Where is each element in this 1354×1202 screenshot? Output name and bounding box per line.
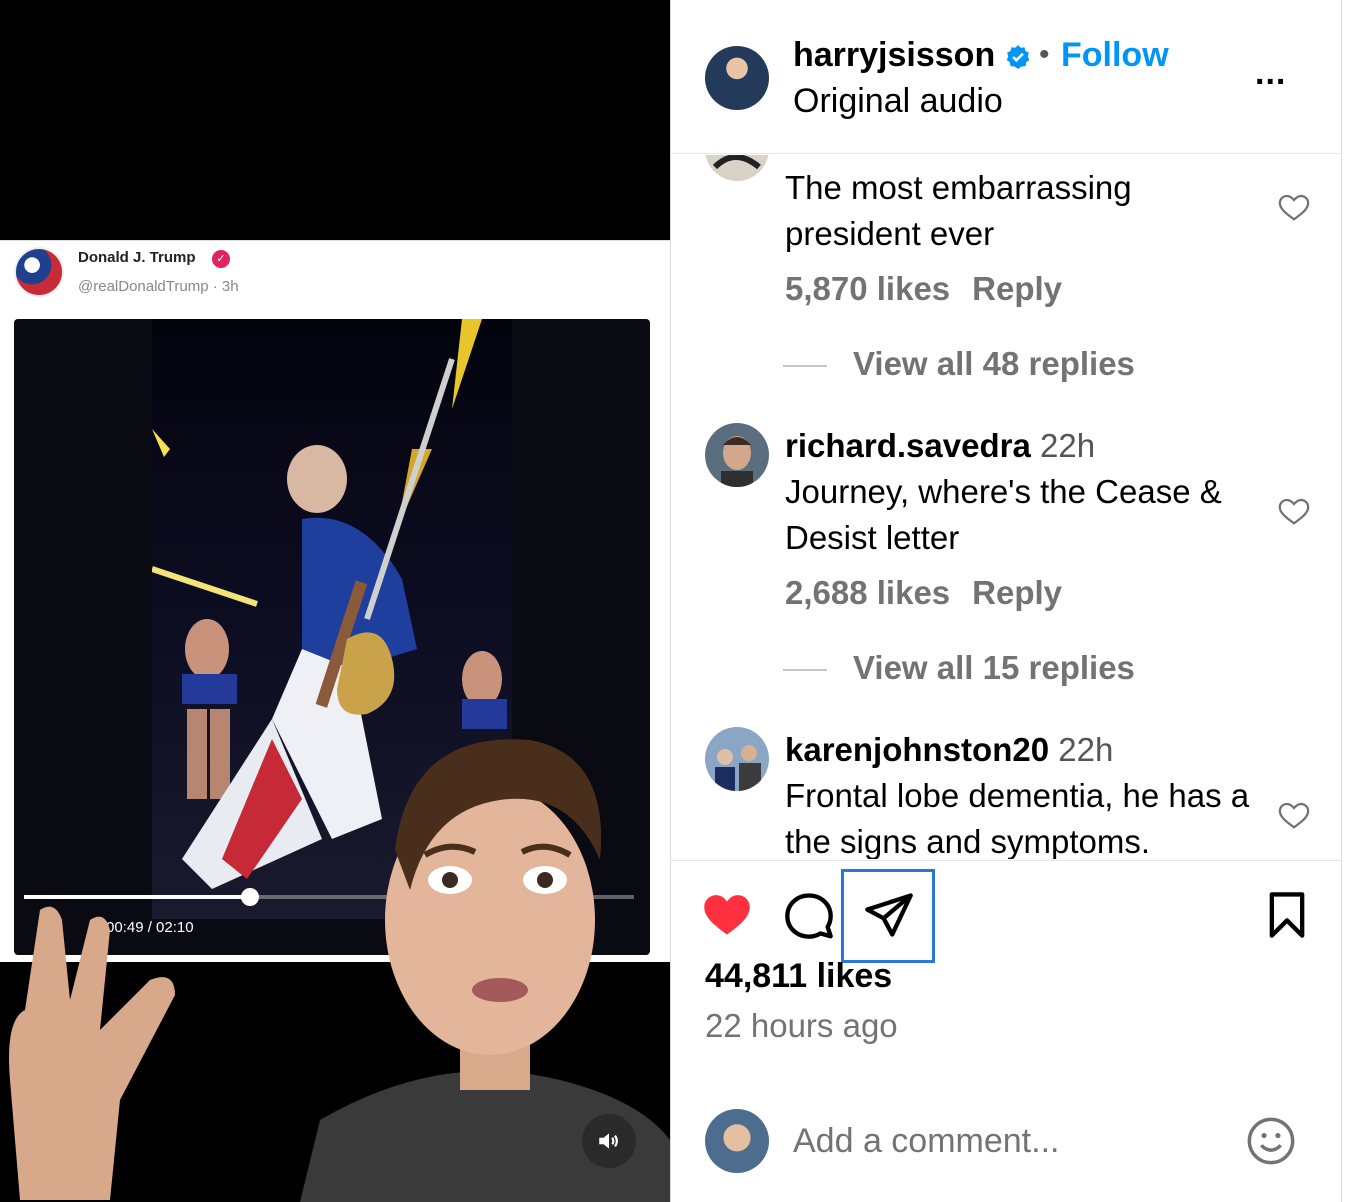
heart-icon[interactable] (1277, 799, 1311, 833)
post-actions: 44,811 likes 22 hours ago (671, 860, 1343, 1202)
follow-button[interactable]: Follow (1061, 36, 1169, 75)
replies-divider (783, 669, 827, 672)
view-replies-label: View all 15 replies (853, 649, 1135, 686)
comment-text: karenjohnston20 22h Frontal lobe dementi… (785, 727, 1269, 859)
replies-divider (783, 365, 827, 368)
volume-toggle-button[interactable] (582, 1114, 636, 1168)
owner-username[interactable]: harryjsisson (793, 36, 995, 75)
share-icon[interactable] (863, 889, 915, 941)
comment-text: The most embarrassing president ever (785, 169, 1132, 252)
likes-count[interactable]: 44,811 likes (705, 957, 892, 996)
heart-icon[interactable] (701, 889, 753, 941)
comment-avatar[interactable] (705, 155, 769, 181)
page-edge (1342, 0, 1354, 1202)
owner-avatar[interactable] (705, 46, 769, 110)
comment-avatar-image (705, 727, 769, 791)
comment-body: Frontal lobe dementia, he has a the sign… (785, 777, 1250, 859)
comment-username[interactable]: karenjohnston20 (785, 731, 1049, 768)
post-timestamp: 22 hours ago (705, 1007, 898, 1044)
reel-video[interactable]: Donald J. Trump ✓ @realDonaldTrump · 3h (0, 0, 670, 1202)
video-progress-fill (24, 895, 250, 899)
comment-time: 22h (1039, 427, 1096, 464)
comment-username[interactable]: richard.savedra (785, 427, 1031, 464)
verified-icon (1006, 45, 1030, 69)
comment-icon[interactable] (783, 889, 835, 941)
comments-list: The most embarrassing president ever 5,8… (671, 155, 1343, 859)
viewer-avatar (705, 1109, 769, 1173)
more-options-button[interactable]: ... (1255, 54, 1286, 93)
embedded-verified-icon: ✓ (212, 250, 230, 268)
comment-likes[interactable]: 5,870 likes (785, 270, 950, 307)
emoji-icon[interactable] (1245, 1115, 1297, 1167)
view-replies-label: View all 48 replies (853, 345, 1135, 382)
video-scrub-handle[interactable] (240, 888, 259, 906)
view-replies-button[interactable]: View all 15 replies (783, 649, 1135, 687)
heart-icon[interactable] (1277, 191, 1311, 225)
post-details-panel: harryjsisson • Follow Original audio ...… (670, 0, 1343, 1202)
comment-meta: 5,870 likes Reply (785, 270, 1062, 308)
heart-icon[interactable] (1277, 495, 1311, 529)
view-replies-button[interactable]: View all 48 replies (783, 345, 1135, 383)
reply-button[interactable]: Reply (972, 574, 1062, 611)
embedded-post-handle: @realDonaldTrump · 3h (78, 278, 239, 295)
comment-likes[interactable]: 2,688 likes (785, 574, 950, 611)
comment-body: Journey, where's the Cease & Desist lett… (785, 473, 1222, 556)
comment-input[interactable] (793, 1115, 1233, 1167)
comment-avatar-image (705, 155, 769, 181)
comment-avatar[interactable] (705, 727, 769, 791)
reply-button[interactable]: Reply (972, 270, 1062, 307)
comment-text: richard.savedra 22h Journey, where's the… (785, 423, 1269, 561)
volume-icon (599, 1133, 618, 1149)
comment-avatar-image (705, 423, 769, 487)
bookmark-icon[interactable] (1261, 889, 1313, 941)
embedded-post-author: Donald J. Trump (78, 249, 196, 266)
embedded-post-avatar (14, 247, 64, 297)
audio-label[interactable]: Original audio (793, 82, 1003, 121)
add-comment-row (671, 1083, 1343, 1202)
comment-time: 22h (1058, 731, 1114, 768)
header-separator: • (1039, 38, 1050, 71)
post-header: harryjsisson • Follow Original audio ... (671, 0, 1343, 154)
comment-avatar[interactable] (705, 423, 769, 487)
raised-hand (9, 906, 175, 1200)
comment-meta: 2,688 likes Reply (785, 574, 1062, 612)
